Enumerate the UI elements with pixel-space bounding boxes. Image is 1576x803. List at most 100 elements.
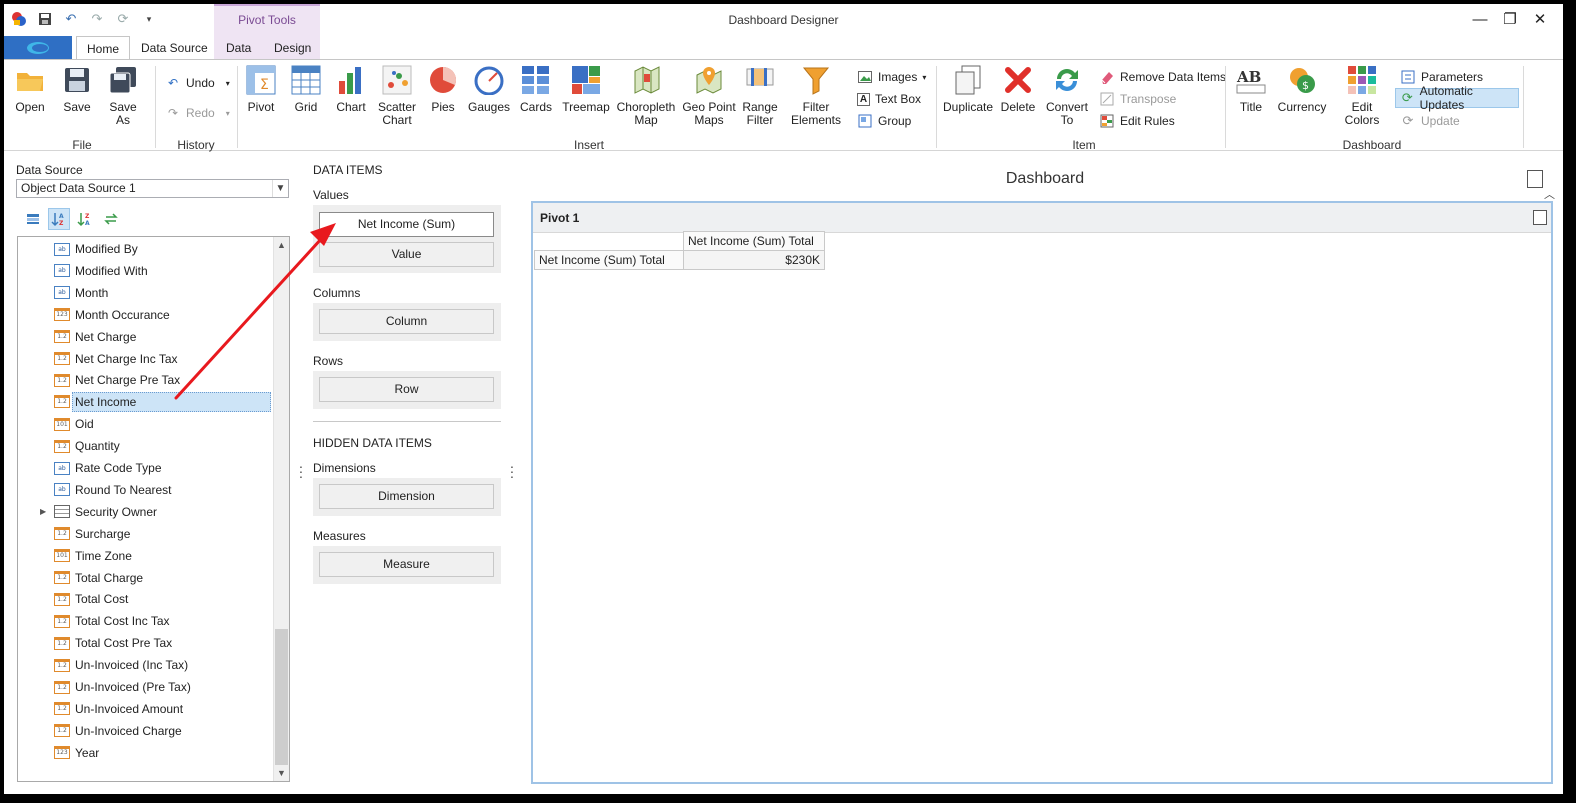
list-item[interactable]: 123 Month Occurance	[54, 305, 170, 325]
list-item[interactable]: 101 Oid	[54, 414, 94, 434]
list-item[interactable]: 1.2 Surcharge	[54, 524, 130, 544]
scatter-chart-button[interactable]: Scatter Chart	[376, 64, 418, 127]
field-list-scrollbar[interactable]: ▲ ▼	[273, 237, 289, 781]
row-drop-target[interactable]: Row	[319, 377, 494, 402]
pivot-button[interactable]: Σ Pivot	[244, 64, 278, 114]
currency-button[interactable]: $ Currency	[1277, 64, 1327, 114]
pie-chart-icon	[427, 64, 459, 96]
list-item[interactable]: 101 Time Zone	[54, 546, 132, 566]
update-button[interactable]: ⟳ Update	[1400, 111, 1460, 131]
list-item[interactable]: 1.2 Net Charge	[54, 327, 136, 347]
title-button[interactable]: AB Title	[1234, 64, 1268, 114]
tab-data[interactable]: Data	[216, 36, 261, 60]
gauges-button[interactable]: Gauges	[467, 64, 511, 114]
group-by-type-icon[interactable]	[22, 208, 44, 230]
pivot-export-icon[interactable]	[1533, 210, 1547, 225]
data-source-select[interactable]: Object Data Source 1 ▼	[16, 179, 289, 198]
transpose-button[interactable]: Transpose	[1099, 89, 1176, 109]
values-drop-area[interactable]: Net Income (Sum) Value	[313, 205, 501, 273]
choropleth-map-button[interactable]: Choropleth Map	[617, 64, 675, 127]
undo-dropdown-icon[interactable]: ▾	[226, 79, 230, 88]
scroll-up-icon[interactable]: ▲	[274, 237, 289, 253]
list-item[interactable]: 1.2 Total Cost Inc Tax	[54, 611, 170, 631]
rows-drop-area[interactable]: Row	[313, 371, 501, 409]
open-button[interactable]: Open	[12, 64, 48, 114]
list-item[interactable]: ab Modified With	[54, 261, 148, 281]
save-icon[interactable]	[36, 10, 54, 28]
geo-point-maps-button[interactable]: Geo Point Maps	[682, 64, 736, 127]
chart-button[interactable]: Chart	[334, 64, 368, 114]
tab-home[interactable]: Home	[76, 36, 131, 60]
sort-ascending-icon[interactable]: AZ	[48, 208, 70, 230]
tab-data-source[interactable]: Data Source	[131, 36, 218, 60]
list-item[interactable]: 1.2 Total Cost	[54, 589, 128, 609]
edit-colors-button[interactable]: Edit Colors	[1333, 64, 1391, 127]
expand-arrow-icon[interactable]: ▶	[40, 507, 46, 516]
collapse-ribbon-icon[interactable]: ︿	[1544, 186, 1555, 202]
text-box-button[interactable]: A Text Box	[857, 89, 921, 109]
list-item[interactable]: 1.2 Net Charge Pre Tax	[54, 370, 180, 390]
close-button[interactable]: ✕	[1525, 9, 1555, 31]
filter-elements-button[interactable]: Filter Elements	[790, 64, 842, 127]
dimensions-drop-area[interactable]: Dimension	[313, 478, 501, 516]
right-splitter-grip[interactable]: · · ·	[509, 459, 515, 483]
treemap-button[interactable]: Treemap	[562, 64, 610, 114]
list-item[interactable]: 1.2 Total Cost Pre Tax	[54, 633, 172, 653]
convert-to-button[interactable]: Convert To	[1044, 64, 1090, 127]
export-icon[interactable]	[1527, 170, 1543, 188]
minimize-button[interactable]: —	[1465, 9, 1495, 31]
list-item[interactable]: ab Rate Code Type	[54, 458, 162, 478]
automatic-updates-toggle[interactable]: ⟳ Automatic Updates	[1395, 84, 1519, 112]
pies-button[interactable]: Pies	[426, 64, 460, 114]
list-item[interactable]: 1.2 Un-Invoiced Charge	[54, 721, 182, 741]
list-item[interactable]: ab Modified By	[54, 239, 138, 259]
columns-drop-area[interactable]: Column	[313, 303, 501, 341]
sort-descending-icon[interactable]: ZA	[74, 208, 96, 230]
chevron-down-icon[interactable]: ▼	[272, 180, 288, 197]
delete-button[interactable]: Delete	[998, 64, 1038, 114]
list-item[interactable]: ab Round To Nearest	[54, 480, 172, 500]
list-item[interactable]: 1.2Net Income	[72, 392, 271, 413]
redo-dropdown-icon[interactable]: ▾	[226, 109, 230, 118]
left-splitter-grip[interactable]: · · ·	[298, 459, 304, 483]
tab-design[interactable]: Design	[264, 36, 321, 60]
redo-icon[interactable]: ↷	[88, 10, 106, 28]
dashboard-title[interactable]: Dashboard	[530, 170, 1560, 188]
scroll-down-icon[interactable]: ▼	[274, 765, 289, 781]
measure-drop-target[interactable]: Measure	[319, 552, 494, 577]
value-drop-target[interactable]: Value	[319, 242, 494, 267]
cards-button[interactable]: Cards	[519, 64, 553, 114]
list-item[interactable]: Security Owner	[54, 502, 157, 522]
list-item[interactable]: 1.2 Un-Invoiced (Inc Tax)	[54, 655, 188, 675]
redo-button[interactable]: ↷ Redo ▾	[165, 103, 230, 123]
dimension-drop-target[interactable]: Dimension	[319, 484, 494, 509]
refresh-fields-icon[interactable]	[100, 208, 122, 230]
range-filter-button[interactable]: Range Filter	[740, 64, 780, 127]
save-button[interactable]: Save	[59, 64, 95, 114]
undo-button[interactable]: ↶ Undo ▾	[165, 73, 230, 93]
net-income-sum-item[interactable]: Net Income (Sum)	[319, 212, 494, 237]
maximize-button[interactable]: ❐	[1495, 9, 1525, 31]
refresh-icon[interactable]: ⟳	[114, 10, 132, 28]
column-drop-target[interactable]: Column	[319, 309, 494, 334]
scrollbar-thumb[interactable]	[275, 629, 288, 765]
group-button[interactable]: Group	[857, 111, 911, 131]
edit-rules-button[interactable]: Edit Rules	[1099, 111, 1175, 131]
remove-data-items-button[interactable]: Remove Data Items	[1099, 67, 1226, 87]
customize-qat-icon[interactable]: ▾	[140, 10, 158, 28]
list-item[interactable]: 1.2 Un-Invoiced (Pre Tax)	[54, 677, 191, 697]
list-item[interactable]: 1.2 Un-Invoiced Amount	[54, 699, 183, 719]
list-item[interactable]: 1.2 Quantity	[54, 436, 120, 456]
list-item[interactable]: 1.2 Net Charge Inc Tax	[54, 349, 178, 369]
list-item[interactable]: 1.2 Total Charge	[54, 568, 143, 588]
list-item[interactable]: 123 Year	[54, 743, 99, 763]
images-button[interactable]: Images ▾	[857, 67, 926, 87]
grid-button[interactable]: Grid	[289, 64, 323, 114]
measures-drop-area[interactable]: Measure	[313, 546, 501, 584]
list-item[interactable]: ab Month	[54, 283, 108, 303]
pivot-item[interactable]: Pivot 1 Net Income (Sum) Total Net Incom…	[531, 201, 1553, 784]
undo-icon[interactable]: ↶	[62, 10, 80, 28]
duplicate-button[interactable]: Duplicate	[943, 64, 993, 114]
save-as-button[interactable]: Save As	[101, 64, 145, 127]
file-tab[interactable]	[4, 36, 72, 60]
